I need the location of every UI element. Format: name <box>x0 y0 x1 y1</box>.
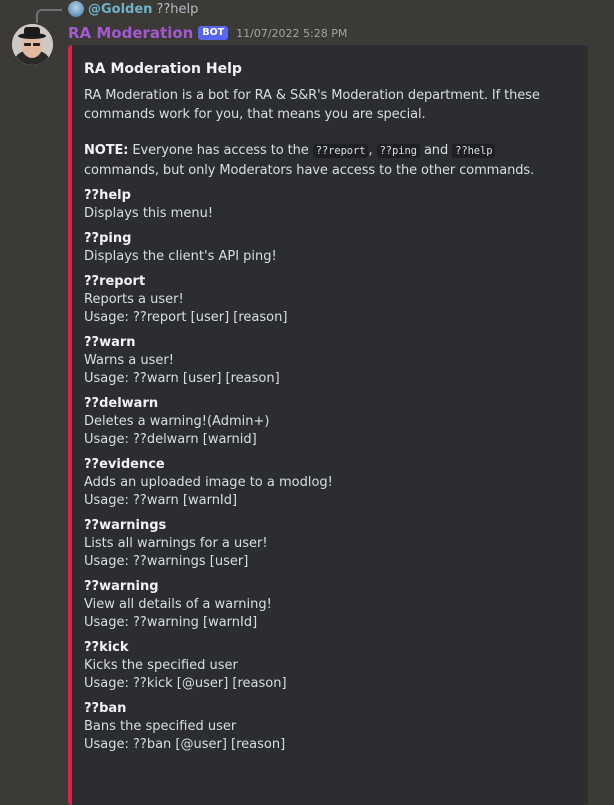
field-value-line: Usage: ??report [user] [reason] <box>84 310 288 325</box>
embed-title: RA Moderation Help <box>84 61 242 77</box>
message-timestamp: 11/07/2022 5:28 PM <box>236 26 348 40</box>
field-value-line: Usage: ??warn [user] [reason] <box>84 371 280 386</box>
field-value-line: Usage: ??warnings [user] <box>84 554 249 569</box>
field-name: ??kick <box>84 640 129 655</box>
embed-field: ??ban Bans the specified user Usage: ??ban… <box>84 700 574 754</box>
field-value-line: View all details of a warning! <box>84 597 272 612</box>
reply-avatar[interactable] <box>68 1 84 17</box>
field-value-line: Kicks the specified user <box>84 658 238 673</box>
field-name: ??report <box>84 274 146 289</box>
code-report: ??report <box>312 144 369 158</box>
field-value-line: Adds an uploaded image to a modlog! <box>84 475 333 490</box>
embed-fields: ??help Displays this menu! ??ping Displays … <box>84 187 574 754</box>
field-value-line: Displays this menu! <box>84 206 214 221</box>
field-value-line: Lists all warnings for a user! <box>84 536 268 551</box>
code-ping: ??ping <box>376 144 420 158</box>
field-value-line: Usage: ??warning [warnId] <box>84 615 258 630</box>
field-value-line: Usage: ??ban [@user] [reason] <box>84 737 286 752</box>
bot-badge: BOT <box>198 26 229 40</box>
note-label: NOTE: <box>84 143 129 158</box>
embed-field: ??warn Warns a user! Usage: ??warn [user] … <box>84 334 574 388</box>
embed-field: ??delwarn Deletes a warning!(Admin+) Usage… <box>84 395 574 449</box>
field-name: ??help <box>84 188 131 203</box>
field-value-line: Reports a user! <box>84 292 184 307</box>
code-help: ??help <box>452 144 496 158</box>
embed-field: ??kick Kicks the specified user Usage: ??k… <box>84 639 574 693</box>
embed-note: NOTE: Everyone has access to the ??repor… <box>84 141 574 180</box>
note-text-2: commands, but only Moderators have acces… <box>84 163 535 178</box>
field-value-line: Usage: ??kick [@user] [reason] <box>84 676 287 691</box>
field-name: ??ban <box>84 701 127 716</box>
field-value-line: Warns a user! <box>84 353 174 368</box>
reply-connector <box>36 9 62 23</box>
field-name: ??evidence <box>84 457 165 472</box>
embed-description: RA Moderation is a bot for RA & S&R's Mo… <box>84 88 540 122</box>
reply-username[interactable]: @Golden <box>88 2 152 17</box>
note-sep-1: , <box>368 143 377 158</box>
avatar[interactable] <box>12 24 53 65</box>
message-header: RA Moderation BOT 11/07/2022 5:28 PM <box>68 24 347 42</box>
field-name: ??delwarn <box>84 396 159 411</box>
embed-field: ??ping Displays the client's API ping! <box>84 230 574 266</box>
embed-field: ??report Reports a user! Usage: ??report [… <box>84 273 574 327</box>
embed-field: ??help Displays this menu! <box>84 187 574 223</box>
field-value-line: Usage: ??warn [warnId] <box>84 493 238 508</box>
avatar-image <box>12 24 53 65</box>
field-name: ??warnings <box>84 518 167 533</box>
field-name: ??warn <box>84 335 136 350</box>
help-embed: RA Moderation Help RA Moderation is a bo… <box>68 45 588 805</box>
author-name[interactable]: RA Moderation <box>68 24 193 42</box>
field-name: ??ping <box>84 231 132 246</box>
reply-text[interactable]: ??help <box>156 2 198 17</box>
field-value-line: Usage: ??delwarn [warnid] <box>84 432 257 447</box>
embed-field: ??evidence Adds an uploaded image to a mo… <box>84 456 574 510</box>
field-name: ??warning <box>84 579 159 594</box>
field-value-line: Deletes a warning!(Admin+) <box>84 414 270 429</box>
embed-field: ??warnings Lists all warnings for a user!… <box>84 517 574 571</box>
field-value-line: Bans the specified user <box>84 719 237 734</box>
note-text-1: Everyone has access to the <box>128 143 313 158</box>
field-value-line: Displays the client's API ping! <box>84 249 277 264</box>
embed-field: ??warning View all details of a warning! U… <box>84 578 574 632</box>
reply-preview[interactable]: @Golden ??help <box>68 0 198 18</box>
note-sep-2: and <box>419 143 453 158</box>
